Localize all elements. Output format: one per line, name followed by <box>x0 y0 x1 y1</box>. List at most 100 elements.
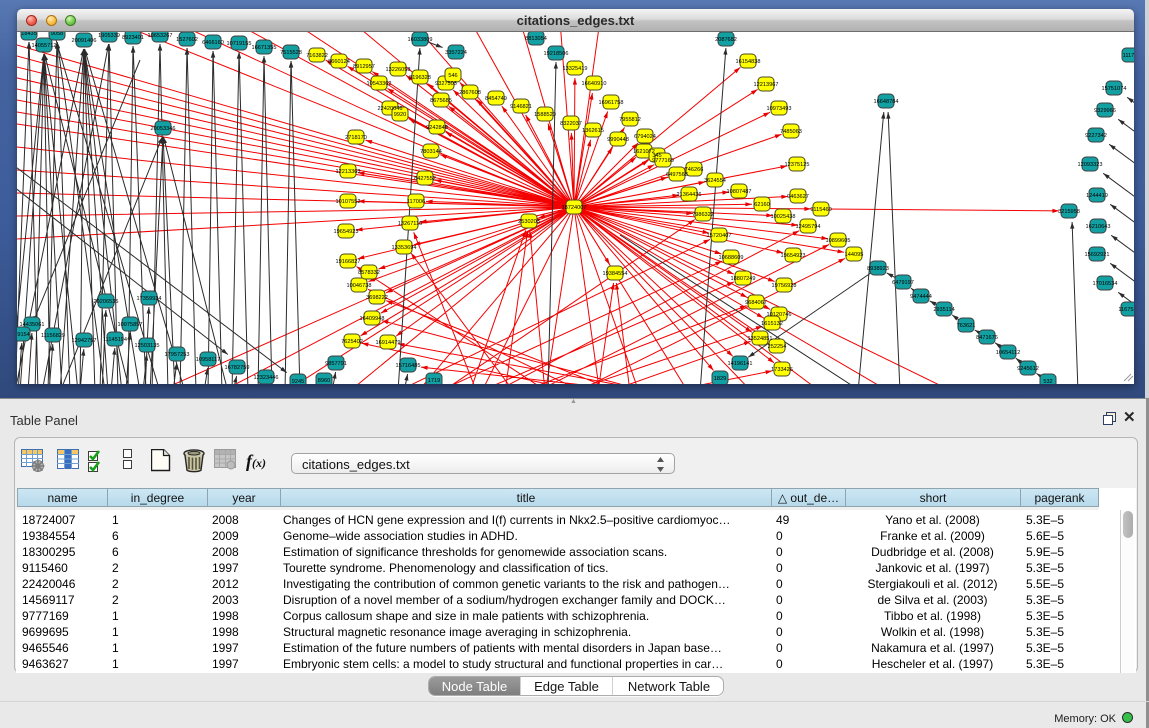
svg-text:8471676: 8471676 <box>976 335 998 341</box>
svg-text:7625402: 7625402 <box>341 339 363 345</box>
svg-text:9463627: 9463627 <box>787 194 809 200</box>
svg-text:9857791: 9857791 <box>325 361 347 367</box>
svg-text:62160: 62160 <box>754 202 770 208</box>
svg-text:8660124: 8660124 <box>328 59 350 65</box>
svg-text:12213363: 12213363 <box>336 169 361 175</box>
svg-text:2867608: 2867608 <box>459 90 481 96</box>
svg-text:19756928: 19756928 <box>772 283 797 289</box>
svg-text:10975857: 10975857 <box>118 322 143 328</box>
svg-text:10120746: 10120746 <box>767 312 792 318</box>
svg-text:10899605: 10899605 <box>826 238 851 244</box>
svg-text:7986322: 7986322 <box>692 212 714 218</box>
svg-text:21364436: 21364436 <box>677 192 702 198</box>
svg-text:9227342: 9227342 <box>1085 133 1107 139</box>
svg-text:15720407: 15720407 <box>707 233 732 239</box>
svg-text:8813054: 8813054 <box>525 36 547 42</box>
svg-text:20053346: 20053346 <box>151 126 176 132</box>
svg-text:9990448: 9990448 <box>607 137 629 143</box>
svg-text:1829: 1829 <box>714 376 726 382</box>
svg-text:10046738: 10046738 <box>347 283 372 289</box>
svg-text:7955812: 7955812 <box>619 117 641 123</box>
svg-text:2935114: 2935114 <box>933 307 954 313</box>
svg-text:7485063: 7485063 <box>780 129 802 135</box>
svg-text:12093323: 12093323 <box>1078 162 1103 168</box>
svg-text:11145194: 11145194 <box>103 337 127 343</box>
svg-text:9327503: 9327503 <box>435 81 457 87</box>
svg-text:10025438: 10025438 <box>771 214 796 220</box>
svg-text:11156829: 11156829 <box>41 333 65 339</box>
svg-text:2530203: 2530203 <box>518 219 540 225</box>
svg-text:9115460: 9115460 <box>810 207 831 213</box>
svg-text:10688609: 10688609 <box>719 255 744 261</box>
svg-text:9329966: 9329966 <box>1094 108 1116 114</box>
svg-text:3698222: 3698222 <box>366 295 388 301</box>
svg-text:13353694: 13353694 <box>392 245 417 251</box>
svg-text:6794024: 6794024 <box>634 134 656 140</box>
svg-text:15716485: 15716485 <box>396 363 421 369</box>
svg-text:1733426: 1733426 <box>771 367 793 373</box>
svg-text:9242848: 9242848 <box>426 125 448 131</box>
svg-text:12503135: 12503135 <box>135 343 160 349</box>
svg-text:1719: 1719 <box>428 378 440 384</box>
svg-text:3215958: 3215958 <box>1058 209 1080 215</box>
svg-text:20206535: 20206535 <box>94 299 119 305</box>
svg-text:1527602: 1527602 <box>176 37 198 43</box>
svg-text:12495794: 12495794 <box>796 224 821 230</box>
svg-text:8322037: 8322037 <box>560 121 582 127</box>
svg-text:11172: 11172 <box>1123 53 1134 59</box>
svg-text:17957253: 17957253 <box>165 352 190 358</box>
svg-text:9058: 9058 <box>51 32 63 37</box>
svg-text:19218506: 19218506 <box>544 51 569 57</box>
svg-text:9920: 9920 <box>394 112 406 118</box>
svg-text:9474444: 9474444 <box>910 294 932 300</box>
svg-text:9777169: 9777169 <box>652 158 674 164</box>
svg-text:16409948: 16409948 <box>360 316 385 322</box>
svg-text:252254: 252254 <box>768 344 787 350</box>
svg-text:532: 532 <box>1043 379 1052 384</box>
svg-text:16154838: 16154838 <box>736 59 761 65</box>
svg-text:17016534: 17016534 <box>1093 281 1118 287</box>
svg-text:13524851: 13524851 <box>748 336 773 342</box>
svg-text:546: 546 <box>448 73 457 79</box>
svg-text:8960: 8960 <box>318 378 330 384</box>
svg-text:16648784: 16648784 <box>874 99 899 105</box>
svg-text:1615132: 1615132 <box>761 321 783 327</box>
svg-text:10719155: 10719155 <box>227 41 252 47</box>
svg-text:1244419: 1244419 <box>1086 193 1108 199</box>
svg-text:19654923: 19654923 <box>781 253 806 259</box>
svg-text:8196328: 8196328 <box>409 75 431 81</box>
svg-text:8427552: 8427552 <box>414 176 436 182</box>
svg-text:16671355: 16671355 <box>252 45 277 51</box>
svg-text:8675685: 8675685 <box>430 98 452 104</box>
svg-text:10654112: 10654112 <box>996 350 1020 356</box>
svg-text:10653267: 10653267 <box>148 33 173 39</box>
svg-text:1588520: 1588520 <box>534 112 556 118</box>
svg-text:13226058: 13226058 <box>386 67 411 73</box>
svg-text:9146821: 9146821 <box>510 104 532 110</box>
svg-text:10543362: 10543362 <box>367 81 392 87</box>
svg-text:8578332: 8578332 <box>358 270 380 276</box>
svg-text:39154: 39154 <box>17 332 30 338</box>
svg-text:16961758: 16961758 <box>599 100 624 106</box>
svg-text:19654923: 19654923 <box>334 229 359 235</box>
svg-text:19384554: 19384554 <box>603 271 628 277</box>
svg-text:8938923: 8938923 <box>867 266 889 272</box>
svg-text:7803144: 7803144 <box>420 149 442 155</box>
svg-text:14055712: 14055712 <box>32 43 57 49</box>
svg-text:117006: 117006 <box>407 199 425 205</box>
svg-text:18435: 18435 <box>21 32 37 37</box>
svg-text:6479197: 6479197 <box>892 280 914 286</box>
svg-text:15692921: 15692921 <box>1085 252 1110 258</box>
svg-text:6466160: 6466160 <box>202 40 224 46</box>
svg-text:14435061: 14435061 <box>20 322 45 328</box>
svg-text:8454749: 8454749 <box>485 96 507 102</box>
svg-text:9245: 9245 <box>292 379 304 384</box>
svg-text:144095: 144095 <box>845 252 864 258</box>
svg-text:16782759: 16782759 <box>225 365 250 371</box>
svg-text:1905339: 1905339 <box>98 33 120 39</box>
svg-text:16914479: 16914479 <box>376 340 401 346</box>
svg-text:3357224: 3357224 <box>445 50 467 56</box>
svg-text:20091406: 20091406 <box>72 38 97 44</box>
svg-text:763621: 763621 <box>957 323 976 329</box>
svg-text:9245612: 9245612 <box>1017 366 1039 372</box>
